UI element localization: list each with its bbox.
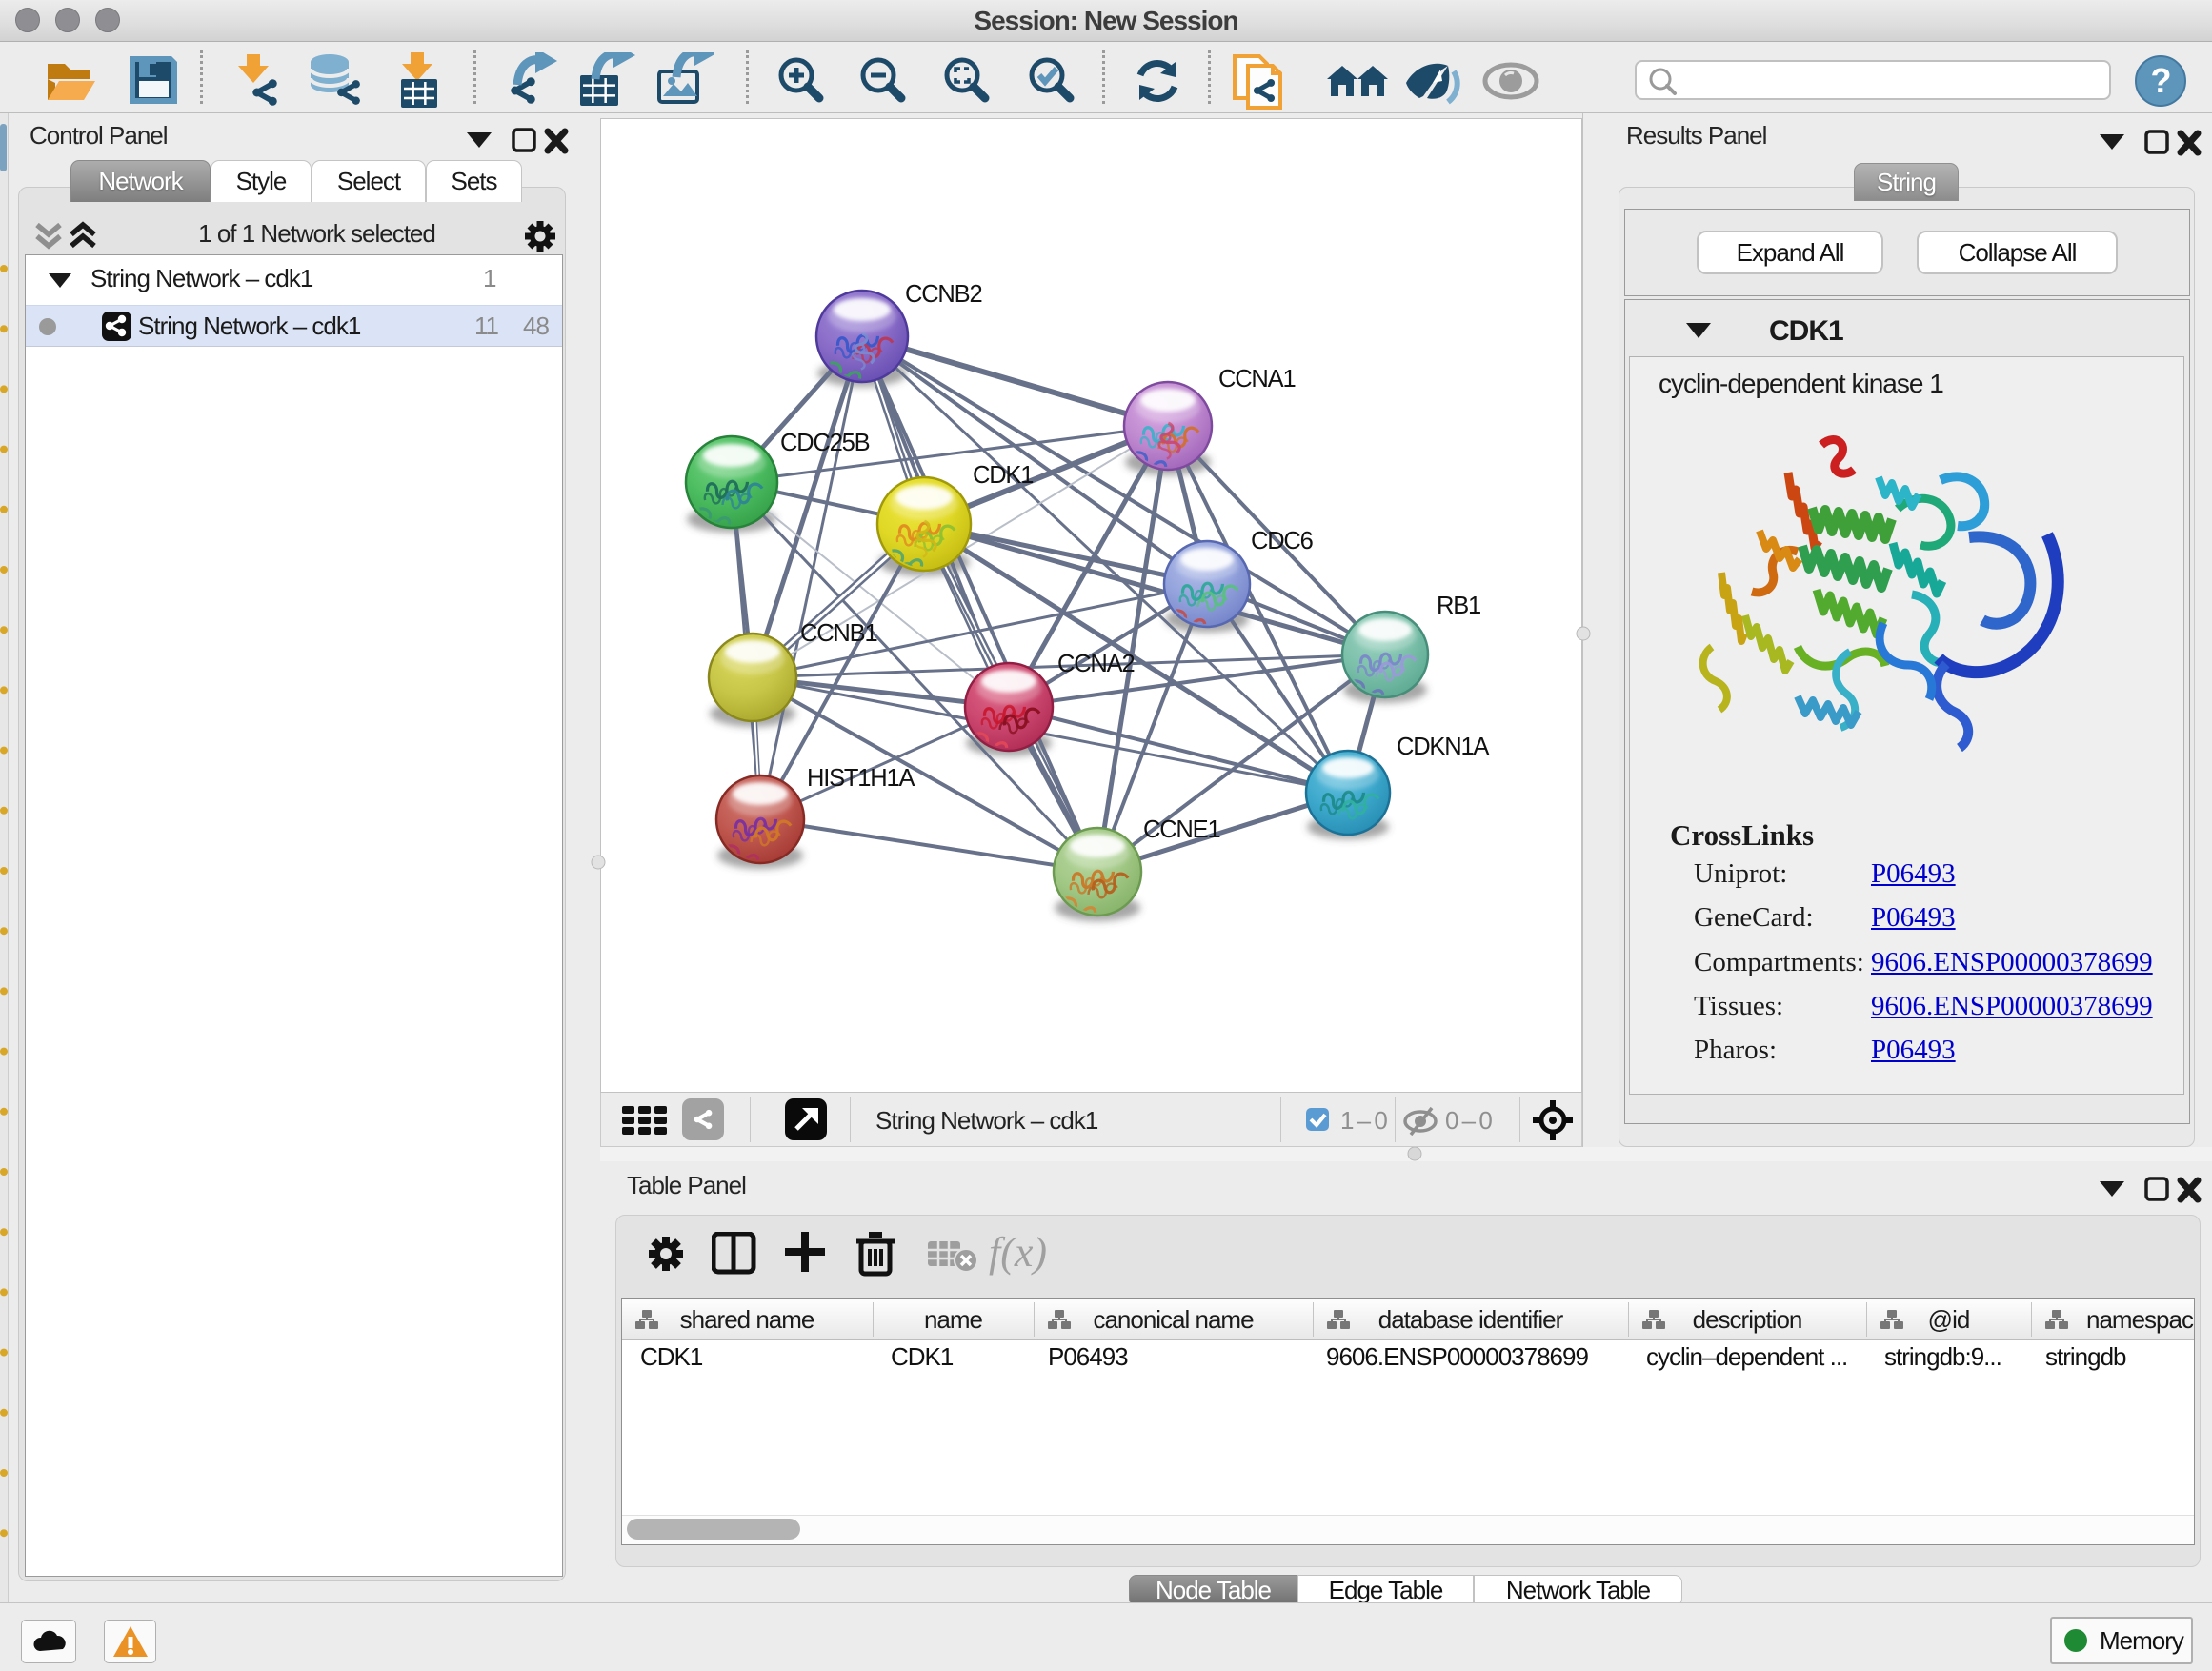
svg-text:CDC25B: CDC25B <box>780 430 870 456</box>
svg-text:?: ? <box>2151 61 2171 100</box>
svg-text:CCNE1: CCNE1 <box>1143 816 1219 843</box>
svg-text:CDC6: CDC6 <box>1251 528 1314 554</box>
svg-text:CCNB2: CCNB2 <box>905 281 981 308</box>
svg-text:CDKN1A: CDKN1A <box>1397 734 1489 760</box>
svg-text:HIST1H1A: HIST1H1A <box>807 765 915 792</box>
svg-text:CCNA2: CCNA2 <box>1057 651 1134 677</box>
svg-text:CCNB1: CCNB1 <box>800 620 876 647</box>
svg-text:CCNA1: CCNA1 <box>1218 366 1295 393</box>
svg-text:RB1: RB1 <box>1437 593 1480 619</box>
svg-text:CDK1: CDK1 <box>973 462 1033 489</box>
